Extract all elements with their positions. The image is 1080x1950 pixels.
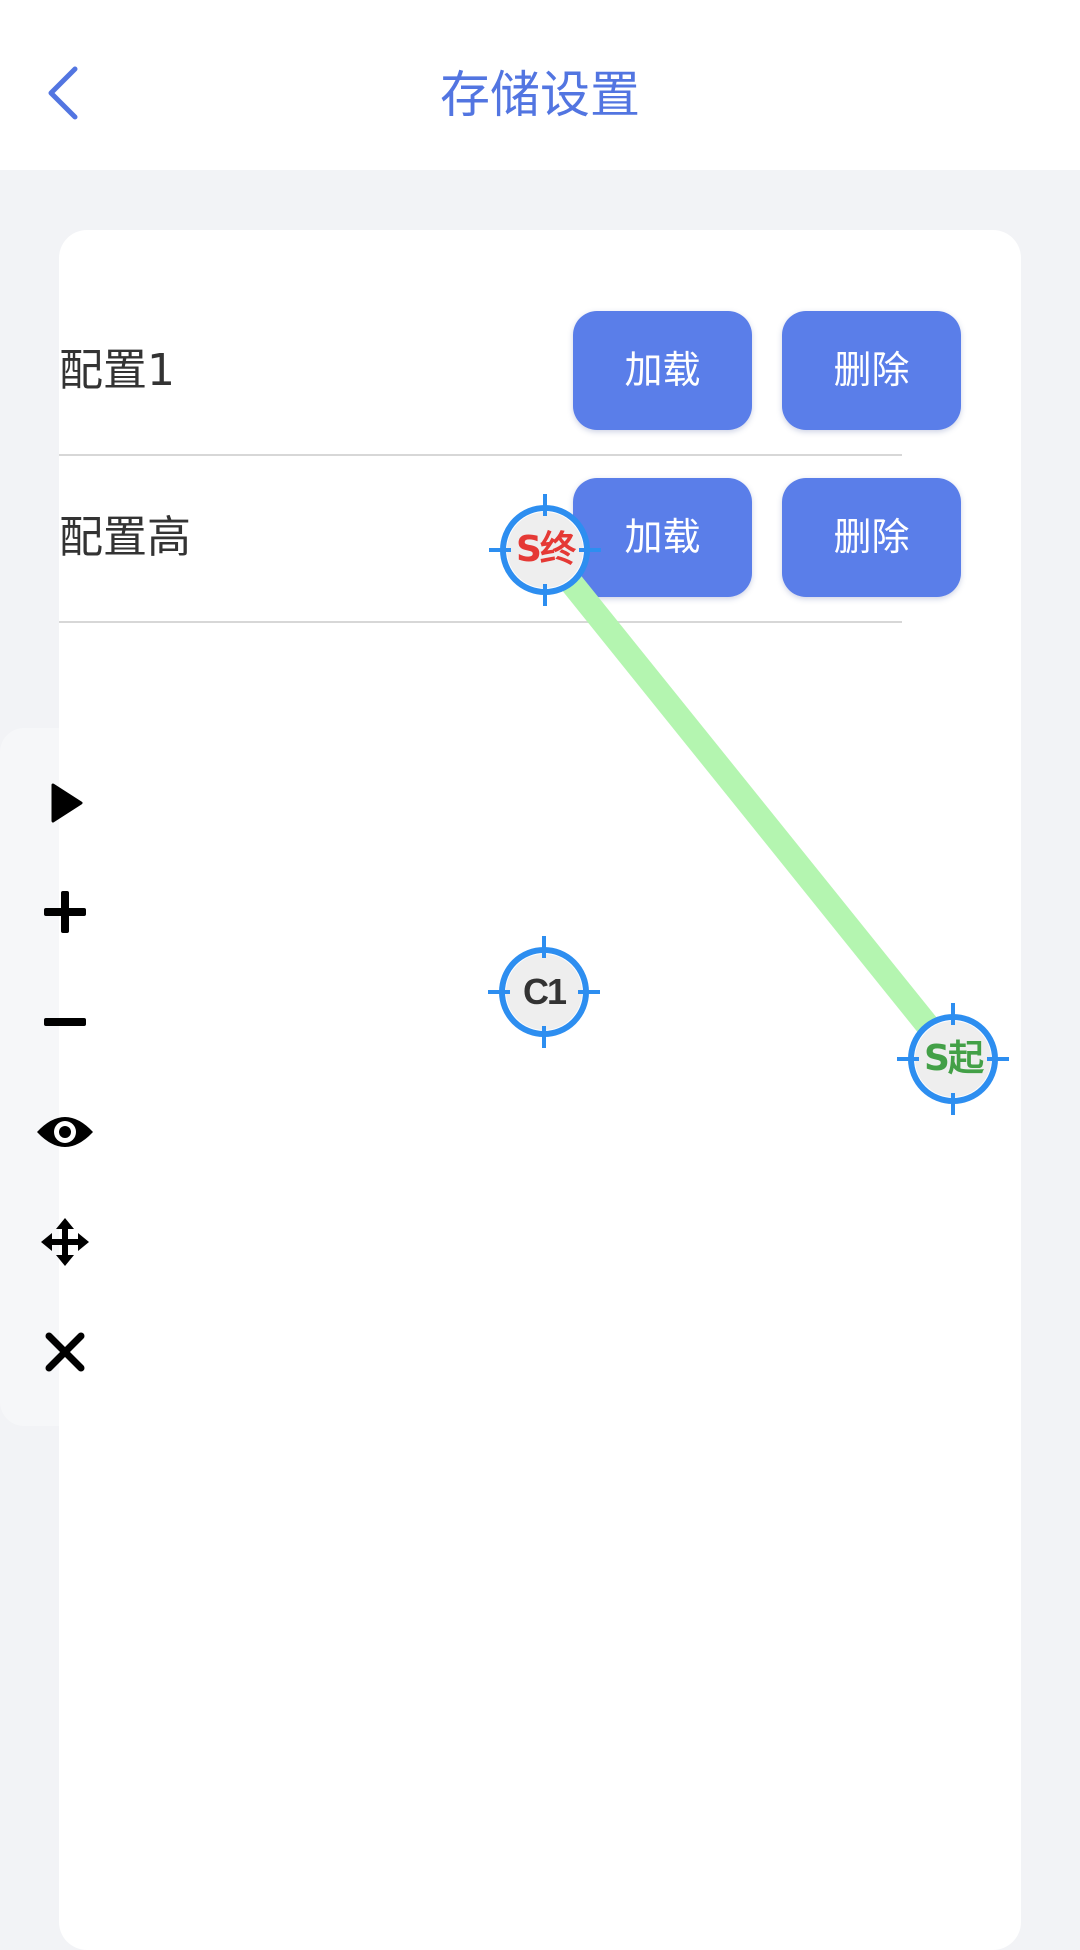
- config-row: 配置高 加载 删除: [59, 455, 961, 623]
- move-icon: [41, 1218, 89, 1266]
- close-button[interactable]: [30, 1317, 100, 1387]
- marker-label: C1: [522, 971, 567, 1012]
- close-icon: [45, 1332, 85, 1372]
- config-name: 配置高: [59, 512, 191, 563]
- plus-icon: [44, 891, 86, 933]
- chevron-left-icon: [48, 66, 78, 119]
- zoom-out-button[interactable]: [30, 987, 100, 1057]
- config-row: 配置1 加载 删除: [59, 288, 961, 456]
- play-button[interactable]: [30, 768, 100, 838]
- header-bar: [0, 0, 1080, 170]
- marker-start[interactable]: S起: [895, 1001, 1011, 1117]
- delete-button[interactable]: 删除: [782, 311, 961, 430]
- visibility-button[interactable]: [30, 1097, 100, 1167]
- play-icon: [51, 783, 83, 823]
- minus-icon: [44, 1018, 86, 1026]
- eye-icon: [37, 1117, 93, 1147]
- zoom-in-button[interactable]: [30, 877, 100, 947]
- marker-label: S起: [924, 1038, 984, 1079]
- config-name: 配置1: [59, 345, 175, 396]
- delete-button[interactable]: 删除: [782, 478, 961, 597]
- marker-label: S终: [516, 529, 576, 570]
- back-button[interactable]: [28, 45, 98, 140]
- move-button[interactable]: [30, 1207, 100, 1277]
- marker-end[interactable]: S终: [487, 492, 603, 608]
- load-button[interactable]: 加载: [573, 311, 752, 430]
- marker-center[interactable]: C1: [486, 934, 602, 1050]
